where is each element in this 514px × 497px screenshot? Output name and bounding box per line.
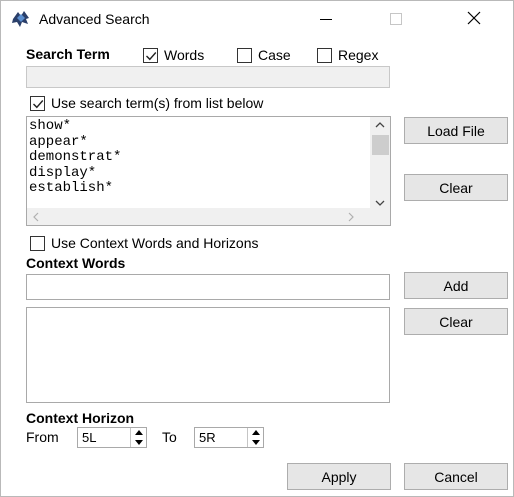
to-spinner[interactable]: 5R — [194, 427, 264, 448]
app-icon — [11, 10, 31, 28]
search-term-field[interactable] — [26, 66, 390, 88]
use-context-checkbox-box[interactable] — [30, 235, 45, 251]
to-spinner-buttons[interactable] — [247, 428, 263, 447]
from-spinner[interactable]: 5L — [77, 427, 147, 448]
to-value[interactable]: 5R — [195, 430, 247, 445]
case-label: Case — [258, 47, 291, 63]
context-word-input[interactable] — [27, 275, 389, 299]
minimize-button[interactable] — [303, 1, 349, 38]
context-words-label: Context Words — [26, 255, 126, 271]
list-item[interactable]: appear* — [29, 134, 121, 151]
list-item[interactable]: establish* — [29, 180, 121, 197]
term-list-horizontal-scrollbar[interactable] — [27, 208, 372, 225]
clear-context-button[interactable]: Clear — [404, 308, 508, 335]
cancel-button[interactable]: Cancel — [404, 463, 508, 490]
words-checkbox-box[interactable] — [143, 47, 158, 63]
from-label: From — [26, 429, 59, 445]
use-list-label: Use search term(s) from list below — [51, 95, 264, 111]
scroll-corner — [370, 208, 390, 225]
regex-label: Regex — [338, 47, 379, 63]
close-icon — [467, 11, 481, 28]
use-list-checkbox[interactable]: Use search term(s) from list below — [30, 94, 263, 112]
maximize-icon — [390, 12, 402, 28]
context-words-list[interactable] — [26, 307, 390, 403]
from-value[interactable]: 5L — [78, 430, 130, 445]
search-term-input[interactable] — [27, 67, 389, 87]
advanced-search-window: Advanced Search Search Term Words Case R… — [0, 0, 514, 497]
list-item[interactable]: show* — [29, 118, 121, 135]
use-context-checkbox[interactable]: Use Context Words and Horizons — [30, 234, 259, 252]
title-bar[interactable]: Advanced Search — [1, 1, 513, 38]
use-list-checkbox-box[interactable] — [30, 95, 45, 111]
regex-checkbox[interactable]: Regex — [317, 46, 378, 64]
window-title: Advanced Search — [39, 11, 150, 27]
to-label: To — [162, 429, 177, 445]
maximize-button[interactable] — [373, 1, 419, 38]
context-horizon-label: Context Horizon — [26, 410, 135, 426]
close-button[interactable] — [451, 1, 497, 38]
from-spinner-buttons[interactable] — [130, 428, 146, 447]
term-list[interactable]: show* appear* demonstrat* display* estab… — [26, 116, 391, 226]
load-file-button[interactable]: Load File — [404, 117, 508, 144]
clear-terms-button[interactable]: Clear — [404, 174, 508, 201]
list-item[interactable]: display* — [29, 165, 121, 182]
add-button[interactable]: Add — [404, 272, 508, 299]
spin-up-icon[interactable] — [248, 428, 263, 438]
case-checkbox-box[interactable] — [237, 47, 252, 63]
scroll-left-icon[interactable] — [33, 212, 39, 225]
spin-down-icon[interactable] — [131, 438, 146, 448]
regex-checkbox-box[interactable] — [317, 47, 332, 63]
spin-down-icon[interactable] — [248, 438, 263, 448]
term-list-items: show* appear* demonstrat* display* estab… — [29, 118, 121, 197]
case-checkbox[interactable]: Case — [237, 46, 291, 64]
scrollbar-thumb[interactable] — [372, 135, 389, 155]
scroll-up-icon[interactable] — [375, 121, 385, 131]
spin-up-icon[interactable] — [131, 428, 146, 438]
scroll-right-icon[interactable] — [348, 212, 354, 225]
context-word-field[interactable] — [26, 274, 390, 300]
minimize-icon — [320, 12, 332, 28]
term-list-vertical-scrollbar[interactable] — [370, 117, 390, 209]
use-context-label: Use Context Words and Horizons — [51, 235, 259, 251]
words-checkbox[interactable]: Words — [143, 46, 204, 64]
words-label: Words — [164, 47, 205, 63]
list-item[interactable]: demonstrat* — [29, 149, 121, 166]
apply-button[interactable]: Apply — [287, 463, 391, 490]
search-term-label: Search Term — [26, 46, 110, 62]
